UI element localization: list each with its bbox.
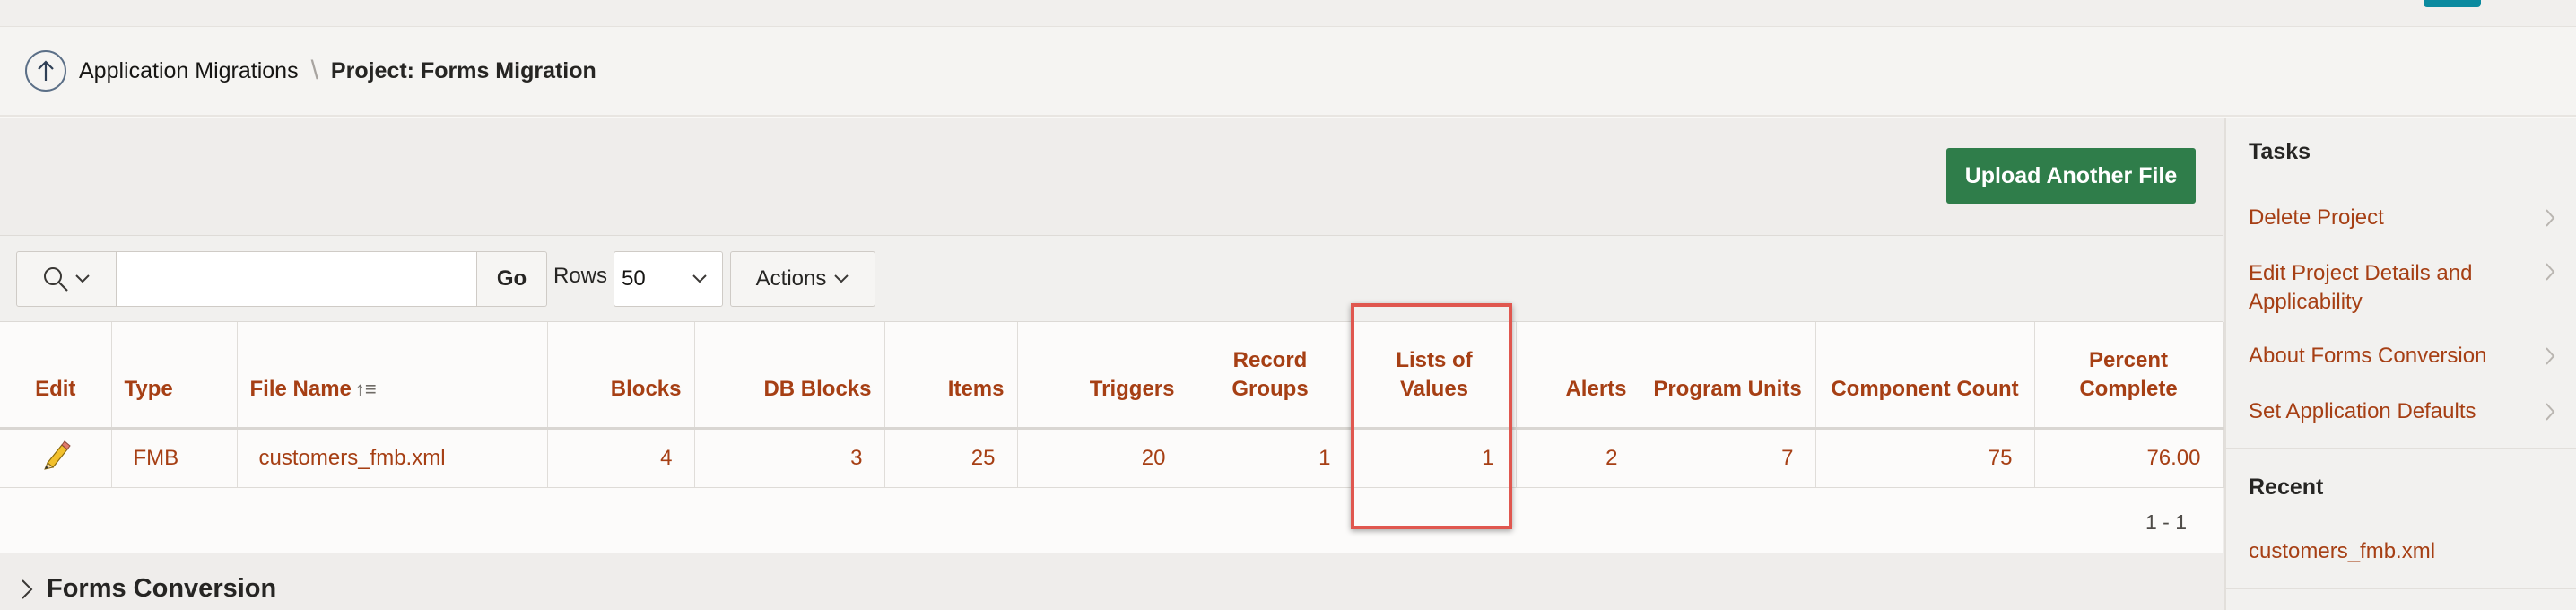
blocks-link[interactable]: 4: [547, 428, 695, 488]
chevron-down-icon: [834, 274, 849, 283]
recent-item-link[interactable]: customers_fmb.xml: [2249, 537, 2554, 566]
sidebar-divider: [2226, 448, 2576, 449]
component-count-cell: 75: [1815, 428, 2035, 488]
forms-conversion-region-toggle[interactable]: Forms Conversion: [20, 574, 276, 604]
set-application-defaults-link[interactable]: Set Application Defaults: [2249, 397, 2554, 426]
chevron-down-icon: [692, 274, 707, 283]
go-button[interactable]: Go: [477, 251, 547, 307]
chevron-right-icon: [22, 579, 33, 599]
column-header-alerts[interactable]: Alerts: [1516, 322, 1640, 430]
sidebar-divider: [2226, 588, 2576, 589]
items-link[interactable]: 25: [884, 428, 1018, 488]
search-input[interactable]: [117, 251, 477, 307]
tasks-heading: Tasks: [2249, 139, 2311, 164]
rows-select-value: 50: [622, 266, 646, 291]
rows-label: Rows: [553, 264, 608, 288]
about-forms-conversion-link[interactable]: About Forms Conversion: [2249, 342, 2554, 370]
header-button[interactable]: [2424, 0, 2481, 7]
column-header-record-groups[interactable]: Record Groups: [1188, 322, 1353, 430]
chevron-down-icon: [75, 274, 90, 283]
pagination-range: 1 - 1: [2145, 510, 2187, 534]
column-header-triggers[interactable]: Triggers: [1017, 322, 1188, 430]
chevron-right-icon: [2546, 263, 2555, 281]
chevron-right-icon: [2546, 403, 2555, 421]
table-header-row: Edit Type File Name ↑≡ Blocks DB Blocks I…: [0, 322, 2224, 430]
column-header-component-count[interactable]: Component Count: [1815, 322, 2035, 430]
db-blocks-link[interactable]: 3: [694, 428, 885, 488]
table-row: FMB customers_fmb.xml 4 3 25 20 1 1 2 7 …: [0, 428, 2224, 488]
arrow-up-icon[interactable]: [25, 50, 66, 92]
column-header-file-name[interactable]: File Name ↑≡: [237, 322, 548, 430]
column-header-lists-of-values[interactable]: Lists of Values: [1353, 322, 1517, 430]
rows-select[interactable]: 50: [614, 251, 723, 307]
pagination-row: 1 - 1: [0, 487, 2223, 553]
breadcrumb-parent-link[interactable]: Application Migrations: [79, 58, 299, 84]
sort-ascending-icon: ↑≡: [354, 377, 377, 400]
column-header-program-units[interactable]: Program Units: [1640, 322, 1816, 430]
breadcrumb: Application Migrations \ Project: Forms …: [0, 27, 2576, 117]
percent-complete-cell: 76.00: [2034, 428, 2224, 488]
column-header-db-blocks[interactable]: DB Blocks: [694, 322, 885, 430]
column-header-edit[interactable]: Edit: [0, 322, 112, 430]
lists-of-values-link[interactable]: 1: [1353, 428, 1517, 488]
column-header-items[interactable]: Items: [884, 322, 1018, 430]
edit-cell: [0, 428, 112, 488]
type-cell: FMB: [111, 428, 238, 488]
page-title: Project: Forms Migration: [330, 57, 596, 83]
triggers-link[interactable]: 20: [1017, 428, 1188, 488]
breadcrumb-separator: \: [310, 56, 318, 85]
top-header: [0, 0, 2576, 27]
edit-project-details-link[interactable]: Edit Project Details and Applicability: [2249, 259, 2554, 317]
search-group: Go: [16, 251, 547, 307]
chevron-right-icon: [2546, 209, 2555, 227]
report-toolbar: Go Rows 50 Actions: [0, 236, 2223, 322]
column-header-percent-complete[interactable]: Percent Complete: [2034, 322, 2224, 430]
column-header-blocks[interactable]: Blocks: [547, 322, 695, 430]
search-icon: [44, 267, 68, 292]
interactive-report: Go Rows 50 Actions Edit Type File Name ↑≡…: [0, 235, 2224, 553]
delete-project-link[interactable]: Delete Project: [2249, 204, 2554, 232]
upload-another-file-button[interactable]: Upload Another File: [1946, 148, 2196, 204]
record-groups-link[interactable]: 1: [1188, 428, 1353, 488]
recent-heading: Recent: [2249, 475, 2324, 500]
file-name-link[interactable]: customers_fmb.xml: [237, 428, 548, 488]
column-header-file-name-label: File Name: [249, 376, 352, 401]
region-title: Forms Conversion: [47, 574, 277, 603]
column-header-type[interactable]: Type: [111, 322, 238, 430]
sidebar: Tasks Delete Project Edit Project Detail…: [2224, 118, 2576, 610]
actions-menu-button[interactable]: Actions: [730, 251, 875, 307]
pencil-icon[interactable]: [40, 440, 71, 470]
alerts-link[interactable]: 2: [1516, 428, 1640, 488]
program-units-link[interactable]: 7: [1640, 428, 1816, 488]
actions-label: Actions: [755, 266, 827, 291]
chevron-right-icon: [2546, 347, 2555, 365]
search-column-selector[interactable]: [16, 251, 117, 307]
report-table: Edit Type File Name ↑≡ Blocks DB Blocks I…: [0, 322, 2224, 488]
